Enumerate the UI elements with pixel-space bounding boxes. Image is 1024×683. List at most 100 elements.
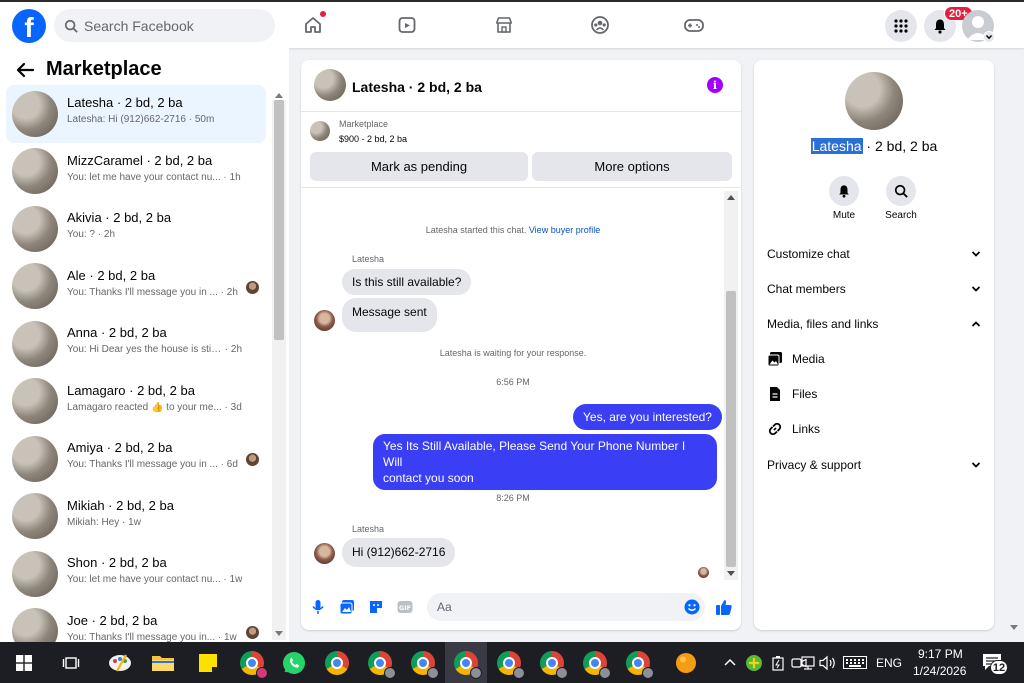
conversation-item[interactable]: Shon · 2 bd, 2 ba You: let me have your … <box>6 545 266 603</box>
files-item[interactable]: Files <box>767 384 817 404</box>
scrollbar-thumb[interactable] <box>726 291 736 567</box>
conversation-name: Lamagaro · 2 bd, 2 ba <box>67 382 195 398</box>
conversation-name: Shon · 2 bd, 2 ba <box>67 555 167 570</box>
customize-chat-row[interactable]: Customize chat <box>767 244 981 264</box>
search-icon <box>894 184 908 198</box>
contact-avatar[interactable] <box>845 72 903 130</box>
conversation-item[interactable]: Joe · 2 bd, 2 ba You: Thanks I'll messag… <box>6 603 266 642</box>
menu-button[interactable] <box>885 10 917 42</box>
scroll-up-arrow[interactable] <box>727 195 735 200</box>
like-button[interactable] <box>715 598 733 616</box>
chat-header: Latesha · 2 bd, 2 ba i <box>301 60 741 112</box>
chrome-icon <box>497 650 525 679</box>
gif-button[interactable]: GIF <box>396 598 414 616</box>
gaming-nav-button[interactable] <box>681 12 707 38</box>
chrome-window-button[interactable] <box>316 642 358 683</box>
home-nav-button[interactable] <box>300 11 326 38</box>
listing-thumbnail <box>12 263 58 310</box>
info-icon[interactable]: i <box>707 77 723 93</box>
security-tray-icon[interactable] <box>745 654 763 672</box>
keyboard-tray-icon[interactable] <box>843 656 867 669</box>
chat-window: Latesha · 2 bd, 2 ba i Marketplace $900 … <box>301 60 741 630</box>
back-arrow-icon[interactable] <box>16 62 34 78</box>
chrome-window-button[interactable] <box>617 642 659 683</box>
search-input[interactable] <box>84 17 264 34</box>
mute-label: Mute <box>832 210 856 221</box>
scroll-down-arrow[interactable] <box>275 631 283 636</box>
links-item[interactable]: Links <box>767 419 820 439</box>
privacy-support-row[interactable]: Privacy & support <box>767 455 981 475</box>
whatsapp-button[interactable] <box>273 642 315 683</box>
scroll-up-arrow[interactable] <box>275 93 283 98</box>
search-box[interactable] <box>54 9 275 42</box>
scroll-down-arrow[interactable] <box>727 571 735 576</box>
chrome-window-button[interactable] <box>531 642 573 683</box>
chevron-up-icon[interactable] <box>723 657 737 667</box>
preview-text: You: Thanks I'll message you in ... <box>67 459 218 470</box>
listing-thumbnail <box>12 608 58 642</box>
sticky-notes-button[interactable] <box>187 642 229 683</box>
view-buyer-profile-link[interactable]: View buyer profile <box>529 225 600 235</box>
media-item[interactable]: Media <box>767 349 825 369</box>
mute-button[interactable] <box>829 176 859 206</box>
battery-tray-icon[interactable] <box>771 655 785 671</box>
scrollbar-thumb[interactable] <box>274 100 284 340</box>
voice-clip-button[interactable] <box>309 598 327 616</box>
conversation-item[interactable]: Amiya · 2 bd, 2 ba You: Thanks I'll mess… <box>6 430 266 488</box>
task-view-button[interactable] <box>50 642 92 683</box>
profile-badge-icon <box>256 666 268 679</box>
conversation-item[interactable]: MizzCaramel · 2 bd, 2 ba You: let me hav… <box>6 143 266 201</box>
emoji-button[interactable] <box>683 598 701 616</box>
mute-action[interactable]: Mute <box>819 176 869 221</box>
orange-app-button[interactable] <box>665 642 707 683</box>
conversation-text: Akivia · 2 bd, 2 ba You: ? · 2h <box>67 210 252 240</box>
paint-app-button[interactable] <box>99 642 141 683</box>
listing-thumbnail <box>12 493 58 540</box>
sticker-button[interactable] <box>367 598 385 616</box>
conversation-item[interactable]: Ale · 2 bd, 2 ba You: Thanks I'll messag… <box>6 258 266 316</box>
start-button[interactable] <box>3 642 45 683</box>
chrome-window-button[interactable] <box>402 642 444 683</box>
volume-tray-icon[interactable] <box>819 655 837 671</box>
listing-thumbnail <box>12 435 58 482</box>
notification-count-badge: 12 <box>990 660 1008 675</box>
message-thread-scrollbar[interactable] <box>724 191 738 580</box>
mark-as-pending-button[interactable]: Mark as pending <box>310 152 528 181</box>
more-options-button[interactable]: More options <box>532 152 732 181</box>
conversation-item[interactable]: Lamagaro · 2 bd, 2 ba Lamagaro reacted 👍… <box>6 373 266 431</box>
clock-date[interactable]: 1/24/2026 <box>913 664 966 678</box>
search-action[interactable]: Search <box>876 176 926 221</box>
chrome-window-button[interactable] <box>488 642 530 683</box>
action-center-button[interactable]: 12 <box>982 653 1008 675</box>
video-nav-button[interactable] <box>394 12 420 38</box>
chat-members-row[interactable]: Chat members <box>767 279 981 299</box>
language-indicator[interactable]: ENG <box>876 656 902 670</box>
groups-nav-button[interactable] <box>587 12 613 38</box>
media-files-links-row[interactable]: Media, files and links <box>767 314 981 334</box>
chrome-window-button-active[interactable] <box>445 642 487 683</box>
files-label: Files <box>792 387 818 401</box>
link-icon <box>768 422 782 436</box>
page-scroll-down-arrow[interactable] <box>1010 625 1018 630</box>
chat-title[interactable]: Latesha · 2 bd, 2 ba <box>352 79 482 95</box>
chrome-window-button[interactable] <box>574 642 616 683</box>
conversation-item[interactable]: Akivia · 2 bd, 2 ba You: ? · 2h <box>6 200 266 258</box>
conversation-item[interactable]: Anna · 2 bd, 2 ba You: Hi Dear yes the h… <box>6 315 266 373</box>
conversation-item[interactable]: Latesha · 2 bd, 2 ba Latesha: Hi (912)66… <box>6 85 266 143</box>
chat-avatar[interactable] <box>314 69 346 101</box>
chrome-window-button[interactable] <box>359 642 401 683</box>
marketplace-nav-button[interactable] <box>491 12 517 38</box>
clock-time[interactable]: 9:17 PM <box>918 647 963 661</box>
message-input[interactable] <box>427 593 705 621</box>
search-in-chat-button[interactable] <box>886 176 916 206</box>
conversation-text: Anna · 2 bd, 2 ba You: Hi Dear yes the h… <box>67 325 252 355</box>
facebook-logo[interactable]: f <box>12 9 46 43</box>
conversation-list-scrollbar[interactable] <box>272 93 286 640</box>
file-explorer-button[interactable] <box>142 642 184 683</box>
chrome-profile-m-button[interactable] <box>231 642 273 683</box>
preview-text: Mikiah: Hey <box>67 516 120 528</box>
network-tray-icon[interactable] <box>799 656 817 670</box>
conversation-item[interactable]: Mikiah · 2 bd, 2 ba Mikiah: Hey · 1w <box>6 488 266 546</box>
account-menu-toggle[interactable] <box>983 31 995 43</box>
attach-photo-button[interactable] <box>338 598 356 616</box>
